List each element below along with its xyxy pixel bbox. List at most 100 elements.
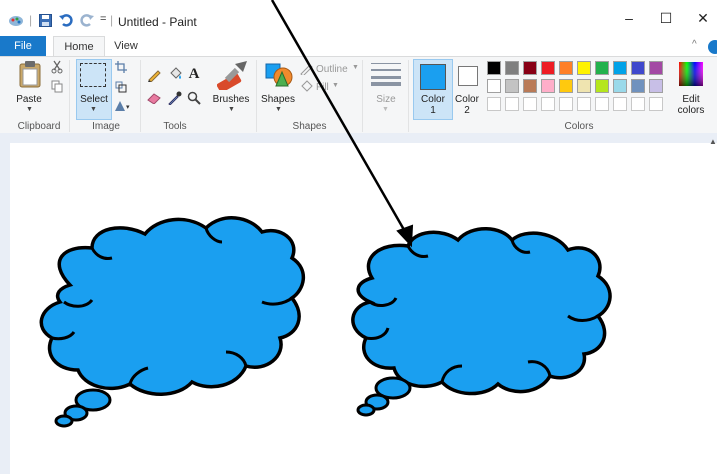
color-swatch[interactable]: [631, 97, 645, 111]
copy-icon[interactable]: [51, 80, 63, 93]
size-dropdown-icon[interactable]: ▼: [382, 106, 389, 113]
divider: [69, 60, 70, 132]
outline-dropdown-icon[interactable]: ▼: [352, 64, 359, 71]
select-dropdown-icon[interactable]: ▼: [90, 106, 97, 113]
color-swatch[interactable]: [631, 61, 645, 75]
divider: [408, 60, 409, 132]
color-swatch[interactable]: [487, 79, 501, 93]
colors-group-label: Colors: [564, 121, 594, 132]
scroll-up-arrow[interactable]: ▲: [709, 137, 717, 146]
edit-colors-button[interactable]: Edit: [674, 94, 708, 105]
shapes-dropdown-icon[interactable]: ▼: [275, 106, 282, 113]
outline-icon[interactable]: [300, 62, 313, 75]
size-button[interactable]: Size: [371, 94, 401, 105]
color1-swatch: [420, 64, 446, 90]
fill-dropdown-icon[interactable]: ▼: [332, 82, 339, 89]
select-rect-icon: [80, 63, 106, 87]
paste-dropdown-icon[interactable]: ▼: [26, 106, 33, 113]
quick-access-dropdown[interactable]: =: [100, 13, 106, 25]
title-separator-2: |: [110, 13, 114, 27]
image-group-label: Image: [92, 121, 120, 132]
color-swatch[interactable]: [577, 61, 591, 75]
color-swatch[interactable]: [487, 61, 501, 75]
paste-button[interactable]: Paste: [13, 94, 45, 105]
edit-colors-icon[interactable]: [679, 62, 703, 86]
crop-icon[interactable]: [115, 61, 127, 73]
color-swatch[interactable]: [595, 61, 609, 75]
color-swatch[interactable]: [505, 97, 519, 111]
color-swatch[interactable]: [613, 61, 627, 75]
eraser-icon[interactable]: [147, 92, 161, 104]
color-swatch[interactable]: [523, 79, 537, 93]
drawing-canvas[interactable]: [10, 143, 717, 474]
color2-label[interactable]: Color: [452, 94, 482, 105]
window-title: Untitled - Paint: [118, 15, 197, 29]
color-picker-icon[interactable]: [168, 91, 182, 105]
size-icon[interactable]: [371, 62, 401, 86]
collapse-ribbon-icon[interactable]: ^: [692, 39, 697, 50]
brushes-icon[interactable]: [217, 60, 249, 90]
color-swatch[interactable]: [649, 97, 663, 111]
help-icon[interactable]: [708, 40, 717, 54]
color-swatch[interactable]: [487, 97, 501, 111]
maximize-button[interactable]: ☐: [651, 10, 681, 27]
text-tool-icon[interactable]: A: [187, 66, 201, 82]
color-swatch[interactable]: [505, 79, 519, 93]
tab-view[interactable]: View: [109, 36, 143, 56]
fill-bucket-icon[interactable]: [168, 67, 183, 82]
color-swatch[interactable]: [649, 79, 663, 93]
color2-swatch[interactable]: [458, 66, 478, 86]
select-label: Select: [80, 94, 108, 105]
shapes-button[interactable]: Shapes: [259, 94, 297, 105]
cut-icon[interactable]: [51, 60, 63, 74]
title-bar: | = | Untitled - Paint – ☐ ✕: [0, 0, 717, 35]
minimize-button[interactable]: –: [614, 10, 644, 26]
divider: [256, 60, 257, 132]
tab-file[interactable]: File: [0, 36, 46, 56]
color-swatch[interactable]: [523, 97, 537, 111]
color-swatch[interactable]: [577, 79, 591, 93]
color1-label: Color: [421, 94, 445, 105]
color-swatch[interactable]: [631, 79, 645, 93]
shapes-icon[interactable]: [264, 60, 294, 88]
edit-colors-label-2: colors: [677, 105, 705, 116]
clipboard-group-label: Clipboard: [17, 121, 61, 132]
paint-app-icon[interactable]: [8, 13, 24, 27]
close-button[interactable]: ✕: [688, 10, 717, 27]
color-swatch[interactable]: [613, 79, 627, 93]
color-swatch[interactable]: [541, 97, 555, 111]
color-swatch[interactable]: [595, 79, 609, 93]
color-swatch[interactable]: [541, 61, 555, 75]
brushes-dropdown-icon[interactable]: ▼: [228, 106, 235, 113]
fill-icon[interactable]: [300, 80, 313, 93]
shapes-group-label: Shapes: [292, 121, 327, 132]
paste-icon[interactable]: [19, 60, 41, 88]
magnifier-icon[interactable]: [187, 91, 201, 105]
color-swatch[interactable]: [613, 97, 627, 111]
outline-button[interactable]: Outline: [316, 64, 352, 75]
color-swatch[interactable]: [559, 79, 573, 93]
undo-icon[interactable]: [59, 13, 73, 27]
title-separator: |: [29, 13, 33, 27]
tools-group-label: Tools: [163, 121, 187, 132]
color-swatch[interactable]: [541, 79, 555, 93]
color-swatch[interactable]: [559, 61, 573, 75]
color-swatch[interactable]: [523, 61, 537, 75]
color2-number: 2: [464, 105, 470, 116]
tab-home[interactable]: Home: [53, 36, 105, 57]
color1-number: 1: [430, 105, 436, 116]
divider: [140, 60, 141, 132]
divider: [362, 60, 363, 132]
color-swatch[interactable]: [577, 97, 591, 111]
color-swatch[interactable]: [559, 97, 573, 111]
svg-text:▾: ▾: [126, 103, 130, 111]
color-swatch[interactable]: [505, 61, 519, 75]
redo-icon[interactable]: [80, 13, 94, 27]
brushes-button[interactable]: Brushes: [211, 94, 251, 105]
color-swatch[interactable]: [649, 61, 663, 75]
pencil-icon[interactable]: [147, 68, 161, 82]
color-swatch[interactable]: [595, 97, 609, 111]
rotate-icon[interactable]: ▾: [113, 100, 131, 112]
resize-icon[interactable]: [115, 81, 127, 93]
save-icon[interactable]: [39, 14, 52, 27]
